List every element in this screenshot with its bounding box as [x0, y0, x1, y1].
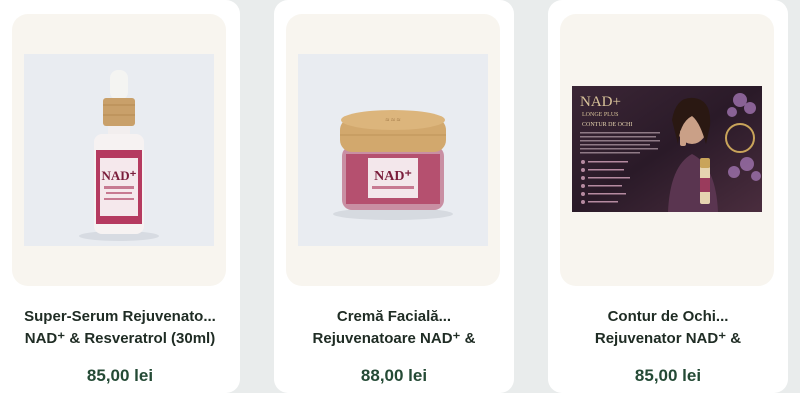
product-title-line1[interactable]: Super-Serum Rejuvenato... [8, 306, 232, 328]
bottle-label-text: NAD⁺ [101, 168, 136, 183]
product-title[interactable]: Super-Serum Rejuvenato... NAD⁺ & Resvera… [8, 306, 232, 350]
product-title-line2[interactable]: Rejuvenator NAD⁺ & [556, 328, 780, 350]
banner-subtitle: LONGE PLUS [582, 112, 619, 118]
banner-title: NAD+ [580, 94, 621, 110]
product-photo-eye-contour-banner[interactable]: NAD+ LONGE PLUS CONTUR DE OCHI [572, 86, 762, 212]
product-photo-serum-bottle[interactable]: NAD⁺ [24, 54, 214, 246]
svg-text:≈ ≈ ≈: ≈ ≈ ≈ [385, 116, 400, 124]
product-photo-cream-jar[interactable]: NAD⁺ ≈ ≈ ≈ [298, 54, 488, 246]
product-title-line1[interactable]: Contur de Ochi... [556, 306, 780, 328]
product-price: 85,00 lei [86, 366, 154, 385]
product-image-container[interactable]: NAD+ LONGE PLUS CONTUR DE OCHI [560, 14, 774, 286]
product-card-cream[interactable]: NAD⁺ ≈ ≈ ≈ Cremă Facială... Rejuvenatoar… [274, 0, 514, 393]
banner-caption: CONTUR DE OCHI [582, 122, 632, 128]
jar-label-text: NAD⁺ [374, 169, 412, 184]
product-card-serum[interactable]: NAD⁺ Super-Serum Rejuvenato... NAD⁺ & Re… [0, 0, 240, 393]
product-price: 85,00 lei [634, 366, 702, 385]
product-card-eye-contour[interactable]: NAD+ LONGE PLUS CONTUR DE OCHI Contur de… [548, 0, 788, 393]
product-title[interactable]: Cremă Facială... Rejuvenatoare NAD⁺ & [282, 306, 506, 350]
product-title-line2[interactable]: NAD⁺ & Resveratrol (30ml) [8, 328, 232, 350]
product-title-line2[interactable]: Rejuvenatoare NAD⁺ & [282, 328, 506, 350]
product-image-container[interactable]: NAD⁺ ≈ ≈ ≈ [286, 14, 500, 286]
product-title[interactable]: Contur de Ochi... Rejuvenator NAD⁺ & [556, 306, 780, 350]
product-image-container[interactable]: NAD⁺ [12, 14, 226, 286]
product-price: 88,00 lei [360, 366, 428, 385]
product-title-line1[interactable]: Cremă Facială... [282, 306, 506, 328]
